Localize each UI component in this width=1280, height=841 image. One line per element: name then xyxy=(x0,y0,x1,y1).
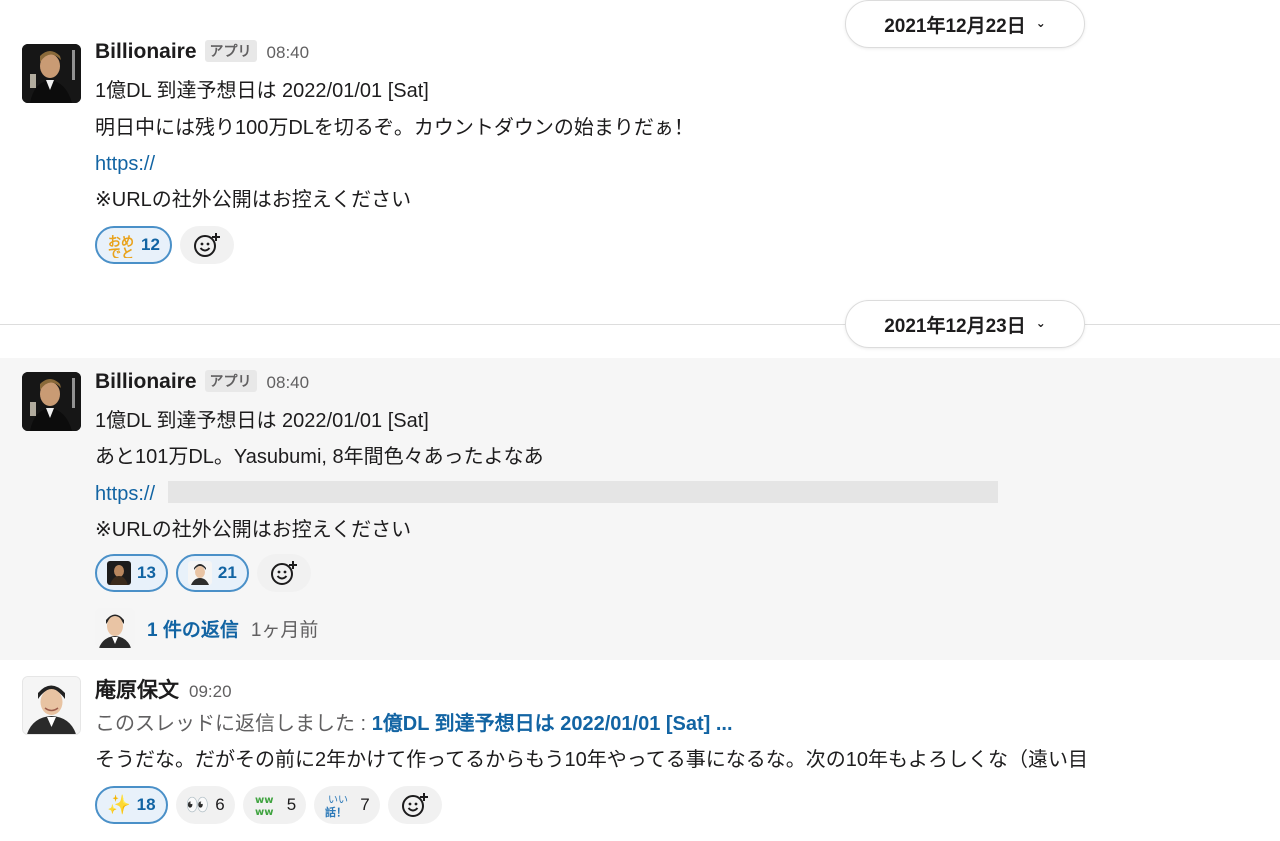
reaction[interactable]: 👀 6 xyxy=(175,786,235,824)
reply-avatar xyxy=(95,608,135,648)
app-badge: アプリ xyxy=(204,40,257,62)
chevron-down-icon: ⌄ xyxy=(1035,316,1046,330)
reaction-count: 5 xyxy=(286,795,297,814)
add-emoji-icon xyxy=(401,793,428,817)
message-line: 明日中には残り100万DLを切るぞ。カウントダウンの始まりだぁ！ xyxy=(95,117,694,139)
message-line: ※URLの社外公開はお控えください xyxy=(95,189,412,211)
reaction-count: 7 xyxy=(360,795,370,814)
message-line: 1億DL 到達予想日は 2022/01/01 [Sat] xyxy=(95,410,429,432)
timestamp[interactable]: 08:40 xyxy=(267,373,310,393)
add-reaction-button[interactable] xyxy=(179,226,234,264)
url-link[interactable]: https:// xyxy=(95,480,155,508)
redacted-url-block xyxy=(168,481,998,503)
message[interactable]: Billionaire アプリ 08:40 1億DL 到達予想日は 2022/0… xyxy=(0,36,1280,296)
date-jump-button[interactable]: 2021年12月23日 ⌄ xyxy=(845,300,1085,348)
add-reaction-button[interactable] xyxy=(256,554,311,592)
svg-text:話！: 話！ xyxy=(325,805,347,818)
date-divider-line xyxy=(0,324,1280,325)
message-line: ※URLの社外公開はお控えください xyxy=(95,519,412,541)
billionaire-avatar-emoji-icon xyxy=(107,561,131,585)
iihanashi-emoji-icon: いい 話！ xyxy=(324,792,354,818)
timestamp[interactable]: 08:40 xyxy=(267,43,310,63)
svg-text:いい: いい xyxy=(328,795,348,806)
person-avatar-emoji-icon xyxy=(187,561,212,585)
timestamp[interactable]: 09:20 xyxy=(189,682,232,702)
reaction[interactable]: いい 話！ 7 xyxy=(314,786,380,824)
message-line: あと101万DL。Yasubumi, 8年間色々あったよなあ xyxy=(95,446,544,468)
svg-text:と: と xyxy=(121,247,134,258)
avatar[interactable] xyxy=(22,676,81,735)
reaction-count: 21 xyxy=(217,563,237,582)
sender-name[interactable]: 庵原保文 xyxy=(95,674,179,704)
sparkles-icon: ✨ xyxy=(107,794,131,816)
eyes-icon: 👀 xyxy=(185,794,210,816)
add-emoji-icon xyxy=(193,233,220,257)
message-line: 1億DL 到達予想日は 2022/01/01 [Sat] xyxy=(95,80,429,102)
add-emoji-icon xyxy=(270,561,297,585)
reaction[interactable]: 21 xyxy=(175,554,249,592)
ww-emoji-icon: ww ww xyxy=(253,793,281,817)
thread-summary[interactable]: 1 件の返信 1ヶ月前 xyxy=(95,608,318,648)
sender-name[interactable]: Billionaire xyxy=(95,370,197,394)
message[interactable]: 庵原保文 09:20 このスレッドに返信しました : 1億DL 到達予想日は 2… xyxy=(0,660,1280,841)
svg-text:ww: ww xyxy=(255,807,273,817)
svg-text:で: で xyxy=(108,247,121,258)
reaction-count: 12 xyxy=(141,235,160,254)
reaction-count: 13 xyxy=(137,563,156,582)
reaction[interactable]: ✨ 18 xyxy=(95,786,168,824)
reply-prefix: このスレッドに返信しました : xyxy=(95,713,367,735)
thread-replies-link[interactable]: 1 件の返信 xyxy=(147,615,239,642)
date-label: 2021年12月22日 xyxy=(884,15,1026,37)
message-line: そうだな。だがその前に2年かけて作ってるからもう10年やってる事になるな。次の1… xyxy=(95,749,1089,771)
reaction[interactable]: お め で と 12 xyxy=(95,226,172,264)
date-label: 2021年12月23日 xyxy=(884,315,1026,337)
url-link[interactable]: https:// xyxy=(95,150,155,178)
omedetou-emoji-icon: お め で と xyxy=(107,232,135,258)
message[interactable]: Billionaire アプリ 08:40 1億DL 到達予想日は 2022/0… xyxy=(0,358,1280,660)
reaction[interactable]: ww ww 5 xyxy=(242,786,307,824)
reaction[interactable]: 13 xyxy=(95,554,168,592)
sender-name[interactable]: Billionaire xyxy=(95,40,197,64)
app-badge: アプリ xyxy=(204,370,257,392)
avatar[interactable] xyxy=(22,372,81,431)
reaction-count: 6 xyxy=(215,795,225,814)
thread-last-reply: 1ヶ月前 xyxy=(250,619,319,641)
parent-message-link[interactable]: 1億DL 到達予想日は 2022/01/01 [Sat] ... xyxy=(372,713,733,735)
svg-text:ww: ww xyxy=(255,795,273,806)
thread-reply-context: このスレッドに返信しました : 1億DL 到達予想日は 2022/01/01 [… xyxy=(95,710,733,738)
add-reaction-button[interactable] xyxy=(387,786,442,824)
avatar[interactable] xyxy=(22,44,81,103)
chevron-down-icon: ⌄ xyxy=(1035,16,1046,30)
reaction-count: 18 xyxy=(136,795,156,814)
